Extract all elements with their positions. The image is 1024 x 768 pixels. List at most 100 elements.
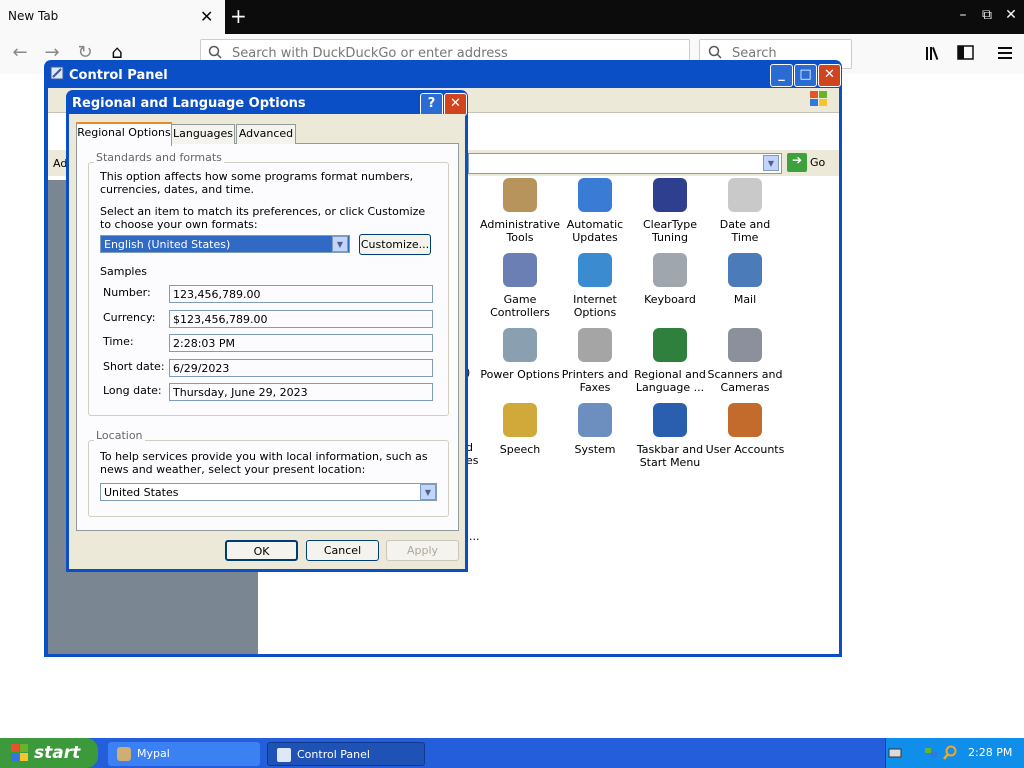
game-controllers-icon [503,253,537,287]
close-browser-button[interactable]: ✕ [1000,7,1022,23]
taskbar-item-label: Control Panel [297,748,370,761]
cp-item-label: Regional and Language ... [634,368,706,394]
address-field[interactable] [468,153,782,174]
restore-browser-button[interactable]: ⧉ [976,7,998,23]
address-dropdown-arrow[interactable]: ▼ [763,155,779,171]
cp-item-automatic-updates[interactable]: Automatic Updates [555,178,635,244]
cp-item-label: Keyboard [644,293,696,306]
cp-item-administrative-tools[interactable]: Administrative Tools [480,178,560,244]
cp-item-label: Taskbar and Start Menu [636,443,704,469]
windows-logo-icon [810,91,827,106]
cp-item-label: Printers and Faxes [561,368,629,394]
close-button[interactable]: ✕ [818,64,841,87]
mail-icon [728,253,762,287]
automatic-updates-icon [578,178,612,212]
printers-faxes-icon [578,328,612,362]
new-tab-button[interactable]: + [230,4,247,28]
menu-icon[interactable] [997,45,1013,61]
keyboard-icon [653,253,687,287]
sample-label: Long date: [103,384,162,397]
standards-formats-title: Standards and formats [94,151,224,164]
sample-value: 123,456,789.00 [169,285,433,303]
cp-item-label: Speech [499,443,541,456]
back-button[interactable]: ← [8,42,32,63]
url-placeholder: Search with DuckDuckGo or enter address [232,46,508,61]
cp-item-label: System [574,443,616,456]
sidebar-icon[interactable] [957,45,975,61]
help-button[interactable]: ? [420,93,443,116]
cancel-button[interactable]: Cancel [306,540,379,561]
cp-item-user-accounts[interactable]: User Accounts [705,403,785,456]
sample-value: $123,456,789.00 [169,310,433,328]
clock: 2:28 PM [968,746,1013,759]
location-title: Location [94,429,145,442]
go-arrow-icon[interactable]: ➔ [787,153,807,172]
tab-regional-options[interactable]: Regional Options [76,122,172,146]
search-icon[interactable] [942,745,958,761]
taskbar-item-label: Mypal [137,747,170,760]
sample-value: 2:28:03 PM [169,334,433,352]
admin-tools-icon [503,178,537,212]
cp-item-taskbar-and-start-menu[interactable]: Taskbar and Start Menu [630,403,710,469]
speech-icon [503,403,537,437]
cp-item-game-controllers[interactable]: Game Controllers [480,253,560,319]
samples-title: Samples [100,265,147,278]
taskbar-item-mypal[interactable]: Mypal [108,742,260,766]
sample-label: Short date: [103,360,165,373]
close-tab-icon[interactable]: ✕ [200,7,213,26]
network-icon[interactable] [924,745,938,759]
cp-item-keyboard[interactable]: Keyboard [630,253,710,306]
cleartype-icon [653,178,687,212]
search-icon [708,45,722,59]
minimize-button[interactable]: _ [770,64,793,87]
cp-item-power-options[interactable]: Power Options [480,328,560,381]
user-accounts-icon [728,403,762,437]
search-placeholder: Search [732,46,777,61]
sample-value: 6/29/2023 [169,359,433,377]
cp-item-label: User Accounts [705,443,785,456]
cp-item-label: Date and Time [719,218,771,244]
power-options-icon [503,328,537,362]
dialog-close-button[interactable]: ✕ [444,93,467,116]
cp-item-label: Automatic Updates [566,218,624,244]
apply-button[interactable]: Apply [386,540,459,561]
tab-languages[interactable]: Languages [171,124,235,144]
chevron-down-icon[interactable]: ▼ [332,236,348,252]
cp-item-internet-options[interactable]: Internet Options [555,253,635,319]
library-icon[interactable] [925,45,943,61]
sample-label: Time: [103,335,134,348]
cp-item-label: Administrative Tools [480,218,561,244]
sample-label: Currency: [103,311,156,324]
scanners-cameras-icon [728,328,762,362]
control-panel-icon [50,66,64,80]
format-select[interactable]: English (United States) [100,235,350,253]
cp-item-speech[interactable]: Speech [480,403,560,456]
customize-button[interactable]: Customize... [359,234,431,255]
control-panel-title: Control Panel [69,68,168,83]
globe-icon [653,328,687,362]
cp-item-label: Game Controllers [490,293,550,319]
go-button[interactable]: Go [810,156,825,169]
cp-item-label: Scanners and Cameras [707,368,783,394]
cp-item-system[interactable]: System [555,403,635,456]
select-prompt: Select an item to match its preferences,… [100,205,426,231]
cp-item-regional-and-language[interactable]: Regional and Language ... [630,328,710,394]
maximize-button[interactable]: □ [794,64,817,87]
start-label: start [34,743,81,763]
cp-item-date-and-time[interactable]: Date and Time [705,178,785,244]
keyboard-icon[interactable] [888,747,902,759]
cp-item-printers-and-faxes[interactable]: Printers and Faxes [555,328,635,394]
chevron-down-icon[interactable]: ▼ [420,484,436,500]
cp-item-label: Mail [733,293,757,306]
sample-label: Number: [103,286,151,299]
minimize-browser-button[interactable]: – [952,7,974,23]
cp-item-cleartype-tuning[interactable]: ClearType Tuning [630,178,710,244]
internet-options-icon [578,253,612,287]
tab-advanced[interactable]: Advanced [236,124,296,144]
location-select[interactable]: United States [100,483,437,501]
taskbar-item-control-panel[interactable]: Control Panel [267,742,425,766]
cp-item-mail[interactable]: Mail [705,253,785,306]
cp-item-scanners-and-cameras[interactable]: Scanners and Cameras [705,328,785,394]
tab-title: New Tab [8,9,59,23]
ok-button[interactable]: OK [225,540,298,561]
